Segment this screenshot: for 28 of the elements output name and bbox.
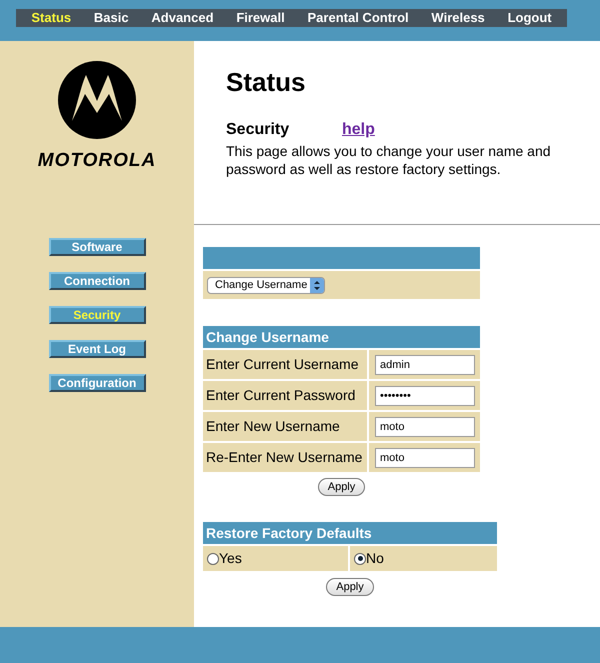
field-label: Re-Enter New Username [203,443,367,472]
page-title: Status [226,66,306,99]
apply-button[interactable]: Apply [326,578,374,596]
field-label: Enter New Username [203,412,367,441]
section-header: Change Username [203,326,480,348]
logo-wordmark: MOTOROLA [38,149,156,173]
text-field[interactable]: moto [375,448,475,468]
nav-tab[interactable]: Firewall [236,8,285,28]
text-field[interactable]: moto [375,416,475,436]
nav-tab[interactable]: Wireless [431,8,485,28]
mode-select[interactable]: Change Username [207,276,326,294]
nav-tab[interactable]: Basic [94,8,129,28]
help-link[interactable]: help [342,118,375,142]
section-title: Security [226,120,290,140]
logo-icon [58,61,136,139]
nav-tab[interactable]: Parental Control [308,8,409,28]
field-label: Enter Current Username [203,350,367,379]
apply-button[interactable]: Apply [318,478,366,496]
description: This page allows you to change your user name and password as well as restore factory settings. [226,142,552,178]
section-header: Restore Factory Defaults [203,522,497,544]
nav-tab[interactable]: Logout [508,8,552,28]
text-field[interactable]: admin [375,354,475,374]
nav-tab[interactable]: Status [31,8,72,28]
radio-option[interactable]: No [354,548,384,569]
field-label: Enter Current Password [203,381,367,410]
nav-tab[interactable]: Advanced [151,8,214,28]
text-field[interactable]: •••••••• [375,386,475,406]
stepper-icon [310,278,324,292]
